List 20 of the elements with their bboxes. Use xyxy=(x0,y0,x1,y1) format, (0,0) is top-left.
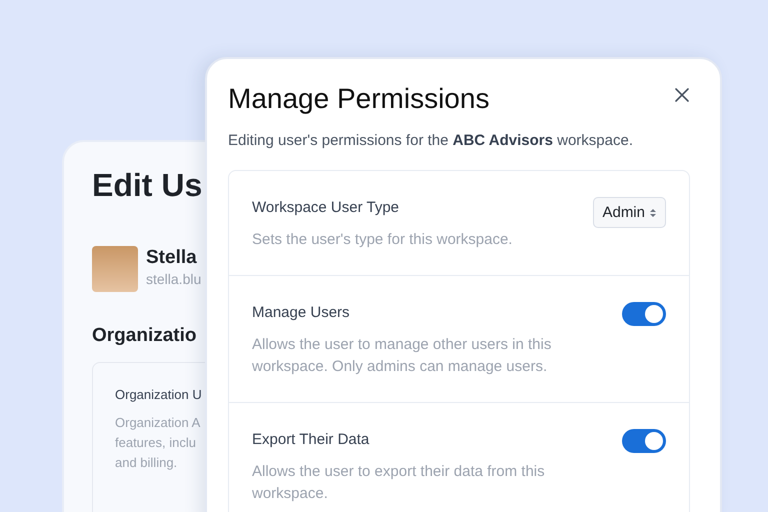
setting-description: Allows the user to export their data from this workspace. xyxy=(252,462,546,504)
setting-description: Allows the user to manage other users in this workspace. Only admins can manage users. xyxy=(252,335,552,377)
setting-label: Organization U xyxy=(115,386,203,404)
page-title: Edit Us xyxy=(92,166,204,204)
dialog-subtitle: Editing user's permissions for the ABC Advisors workspace. xyxy=(228,131,634,151)
user-type-select[interactable]: Admin xyxy=(593,197,666,228)
sort-icon xyxy=(649,208,657,218)
toggle-switch[interactable] xyxy=(622,302,666,326)
close-icon xyxy=(674,87,690,103)
setting-label: Workspace User Type xyxy=(252,198,400,218)
setting-label: Manage Users xyxy=(252,303,351,323)
user-name: Stella xyxy=(146,246,198,270)
dialog-title: Manage Permissions xyxy=(228,82,490,116)
toggle-switch[interactable] xyxy=(622,429,666,453)
close-button[interactable] xyxy=(674,87,690,103)
setting-description: Sets the user's type for this workspace. xyxy=(252,230,512,250)
setting-label: Export Their Data xyxy=(252,430,370,450)
user-email: stella.blu xyxy=(146,270,202,288)
photo-placeholder xyxy=(92,246,138,292)
setting-description: Organization A xyxy=(115,414,202,432)
